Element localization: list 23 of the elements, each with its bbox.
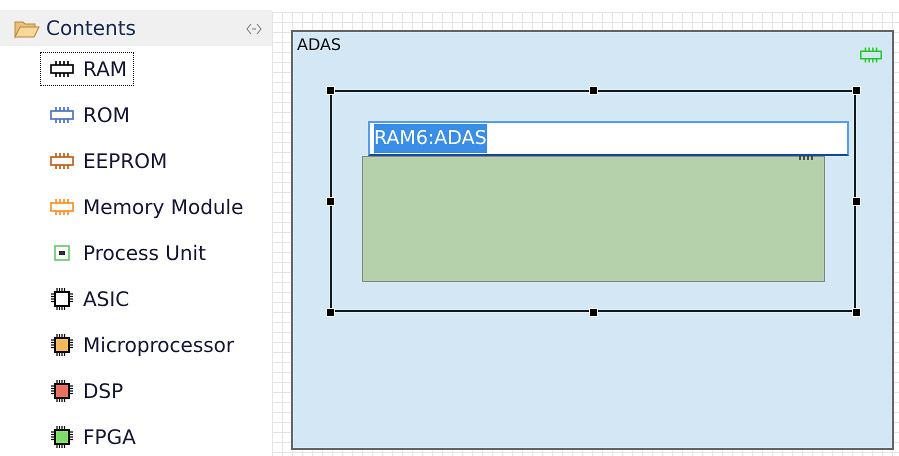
- palette-item[interactable]: FPGA: [40, 420, 143, 454]
- palette-item[interactable]: Process Unit: [40, 236, 213, 270]
- resize-handle[interactable]: [326, 308, 335, 317]
- part-node[interactable]: [362, 156, 825, 282]
- palette-title: Contents: [46, 15, 136, 42]
- resize-handle[interactable]: [852, 86, 861, 95]
- palette-item[interactable]: Microprocessor: [40, 328, 242, 362]
- chip-pins-icon: [798, 156, 814, 160]
- resize-handle[interactable]: [326, 86, 335, 95]
- palette-item[interactable]: ROM: [40, 98, 137, 132]
- palette-item[interactable]: DSP: [40, 374, 130, 408]
- resize-handle[interactable]: [326, 197, 335, 206]
- memory-chip-icon: [858, 46, 884, 64]
- block-title: ADAS: [297, 34, 342, 56]
- resize-handle[interactable]: [589, 308, 598, 317]
- block-node[interactable]: ADAS RAM6:ADAS: [291, 30, 894, 450]
- resize-handle[interactable]: [589, 86, 598, 95]
- palette-item[interactable]: Memory Module: [40, 190, 250, 224]
- resize-handle[interactable]: [852, 197, 861, 206]
- palette-item[interactable]: EEPROM: [40, 144, 174, 178]
- resize-handle[interactable]: [852, 308, 861, 317]
- palette-item[interactable]: ASIC: [40, 282, 136, 316]
- palette-item[interactable]: RAM: [40, 52, 134, 86]
